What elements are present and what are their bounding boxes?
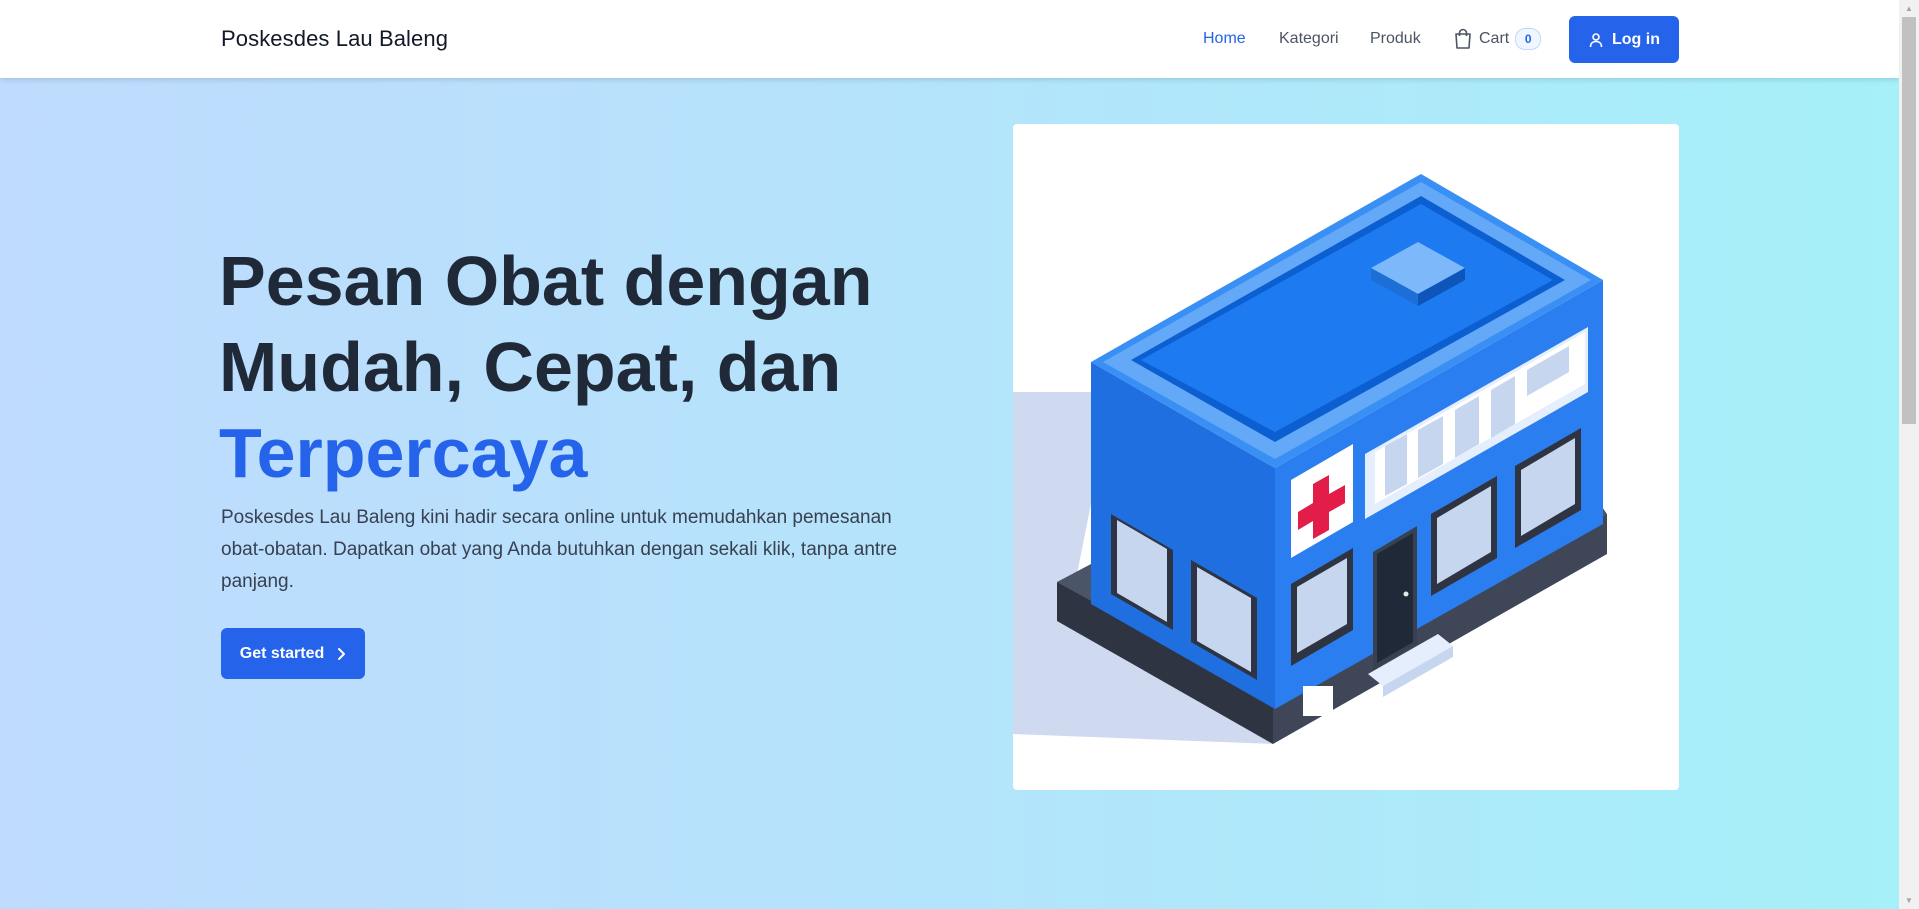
navbar: Poskesdes Lau Baleng Home Kategori Produ…	[0, 0, 1899, 78]
cart-label: Cart	[1479, 30, 1510, 47]
page: Poskesdes Lau Baleng Home Kategori Produ…	[0, 0, 1919, 909]
cart-link[interactable]: Cart 0	[1453, 28, 1542, 50]
login-label: Log in	[1612, 30, 1660, 48]
brand-logo-text[interactable]: Poskesdes Lau Baleng	[221, 26, 448, 52]
scroll-down-arrow-icon[interactable]: ▼	[1899, 892, 1919, 909]
nav-link-produk[interactable]: Produk	[1370, 30, 1421, 48]
page-scrollbar[interactable]: ▲ ▼	[1899, 0, 1919, 909]
chevron-right-icon	[336, 647, 346, 661]
login-button[interactable]: Log in	[1569, 16, 1679, 63]
shopping-bag-icon	[1453, 28, 1473, 50]
hero-title: Pesan Obat dengan Mudah, Cepat, dan Terp…	[219, 238, 939, 496]
hero-title-line-2: Mudah, Cepat, dan	[219, 328, 842, 406]
user-icon	[1588, 32, 1604, 48]
nav-link-home[interactable]: Home	[1203, 30, 1246, 48]
hero-title-accent: Terpercaya	[219, 414, 588, 492]
nav-link-kategori[interactable]: Kategori	[1279, 30, 1339, 48]
cart-count-badge: 0	[1515, 28, 1542, 50]
hero-description: Poskesdes Lau Baleng kini hadir secara o…	[221, 507, 898, 592]
hero-title-line-1: Pesan Obat dengan	[219, 242, 873, 320]
get-started-button[interactable]: Get started	[221, 628, 365, 679]
scroll-up-arrow-icon[interactable]: ▲	[1899, 0, 1919, 17]
health-clinic-building-illustration	[1013, 174, 1607, 744]
get-started-label: Get started	[239, 644, 325, 662]
scrollbar-thumb[interactable]	[1902, 17, 1916, 424]
hero-image-card	[1013, 124, 1679, 790]
